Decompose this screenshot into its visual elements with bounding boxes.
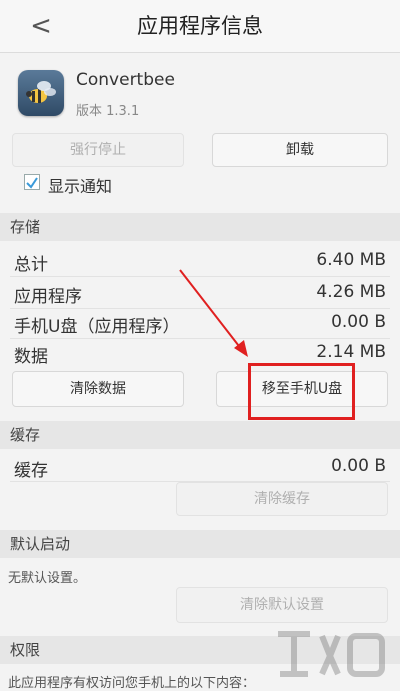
header-divider [0,52,400,53]
force-stop-button[interactable]: 强行停止 [12,133,184,167]
cache-section-title: 缓存 [10,426,41,444]
show-notification-label: 显示通知 [48,177,113,196]
clear-defaults-button[interactable]: 清除默认设置 [176,587,388,623]
app-version: 版本 1.3.1 [76,104,140,119]
clear-cache-button[interactable]: 清除缓存 [176,482,388,516]
no-default-text: 无默认设置。 [8,571,87,586]
usb-app-value: 0.00 B [331,312,386,332]
annotation-highlight-box [248,363,355,420]
storage-section-title: 存储 [10,218,41,236]
annotation-arrow [179,269,248,357]
checkmark-icon [26,177,38,189]
app-size-label: 应用程序 [14,287,82,307]
page-title: 应用程序信息 [137,14,263,38]
total-value: 6.40 MB [316,250,386,270]
cache-label: 缓存 [14,461,48,481]
show-notification-checkbox[interactable] [24,174,40,190]
total-label: 总计 [14,255,48,275]
permissions-section-title: 权限 [10,641,41,659]
storage-section-header [0,213,400,241]
usb-app-label: 手机U盘（应用程序） [14,317,180,337]
app-size-value: 4.26 MB [316,282,386,302]
default-launch-section-title: 默认启动 [10,535,71,553]
data-value: 2.14 MB [316,342,386,362]
cache-section-header [0,421,400,449]
uninstall-button[interactable]: 卸载 [212,133,388,167]
bee-app-icon [18,70,64,116]
app-name: Convertbee [76,70,175,90]
cache-value: 0.00 B [331,456,386,476]
clear-data-button[interactable]: 清除数据 [12,371,184,407]
data-label: 数据 [14,347,48,367]
bee-icon [26,81,56,103]
watermark-logo [278,631,385,677]
permissions-text: 此应用程序有权访问您手机上的以下内容： [8,676,256,691]
